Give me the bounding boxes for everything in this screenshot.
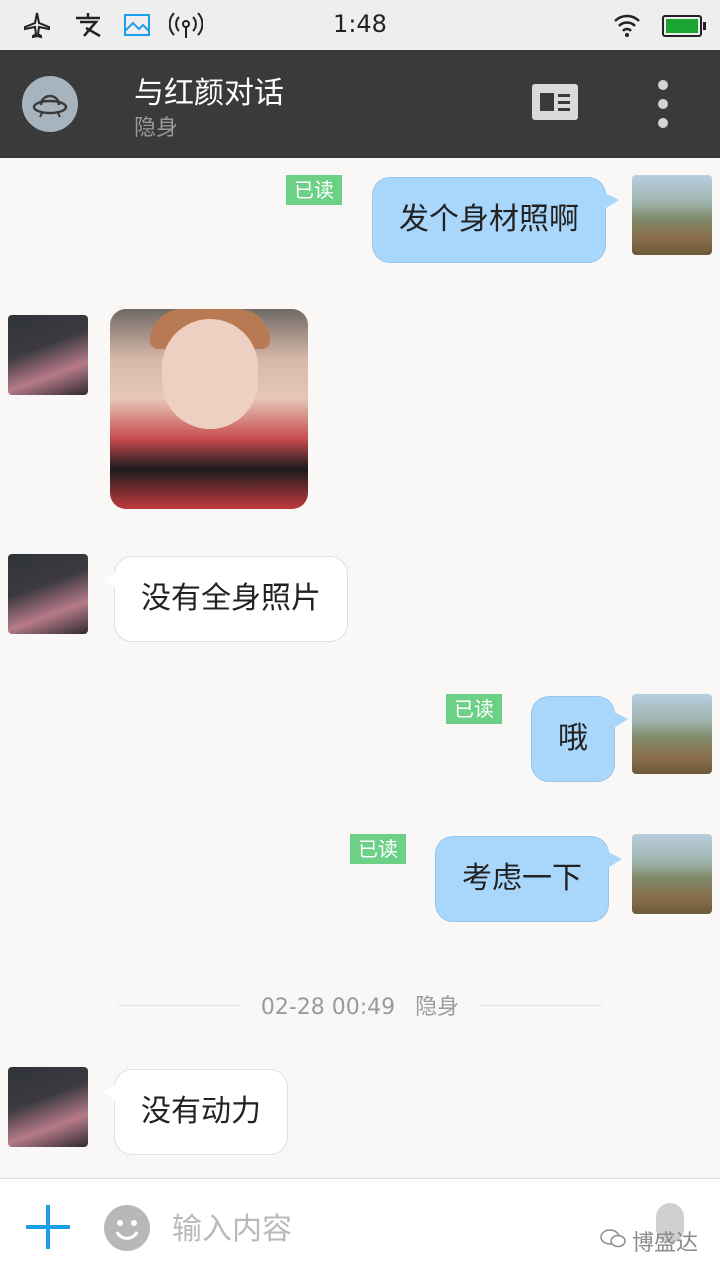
battery-icon	[662, 15, 706, 37]
message-bubble-incoming[interactable]: 没有动力	[101, 1069, 288, 1155]
timestamp-status: 隐身	[415, 995, 460, 1020]
wechat-icon	[600, 1228, 626, 1254]
message-bubble-outgoing[interactable]: 发个身材照啊	[372, 177, 619, 263]
wifi-icon	[610, 8, 644, 42]
timestamp-time: 02-28 00:49	[260, 995, 396, 1020]
message-bubble-outgoing[interactable]: 考虑一下	[435, 836, 622, 922]
my-avatar[interactable]	[632, 694, 712, 774]
divider-line	[118, 1004, 241, 1006]
ufo-avatar-icon[interactable]	[22, 76, 78, 132]
contact-card-icon[interactable]	[532, 84, 578, 120]
chat-title: 与红颜对话	[134, 76, 284, 111]
contact-avatar[interactable]	[8, 315, 88, 395]
status-bar: 1:48	[0, 0, 720, 50]
my-avatar[interactable]	[632, 175, 712, 255]
read-badge: 已读	[286, 175, 342, 205]
message-bubble-incoming[interactable]: 没有全身照片	[101, 556, 348, 642]
timestamp-text: 02-28 00:49 隐身	[241, 989, 479, 1021]
message-image[interactable]	[110, 309, 308, 509]
chat-status: 隐身	[134, 116, 179, 141]
chat-header: 与红颜对话 隐身	[0, 50, 720, 158]
contact-avatar[interactable]	[8, 1067, 88, 1147]
input-bar: 博盛达	[0, 1178, 720, 1281]
contact-avatar[interactable]	[8, 554, 88, 634]
photo-face	[162, 319, 258, 429]
read-badge: 已读	[350, 834, 406, 864]
plus-icon[interactable]	[26, 1205, 70, 1249]
message-bubble-outgoing[interactable]: 哦	[531, 696, 628, 782]
divider-line	[479, 1004, 602, 1006]
message-input[interactable]	[172, 1209, 552, 1249]
timestamp-divider: 02-28 00:49 隐身	[118, 990, 602, 1020]
read-badge: 已读	[446, 694, 502, 724]
watermark-text: 博盛达	[631, 1231, 698, 1256]
my-avatar[interactable]	[632, 834, 712, 914]
emoji-icon[interactable]	[104, 1205, 150, 1251]
watermark: 博盛达	[600, 1225, 698, 1257]
more-vertical-icon[interactable]	[654, 80, 672, 128]
